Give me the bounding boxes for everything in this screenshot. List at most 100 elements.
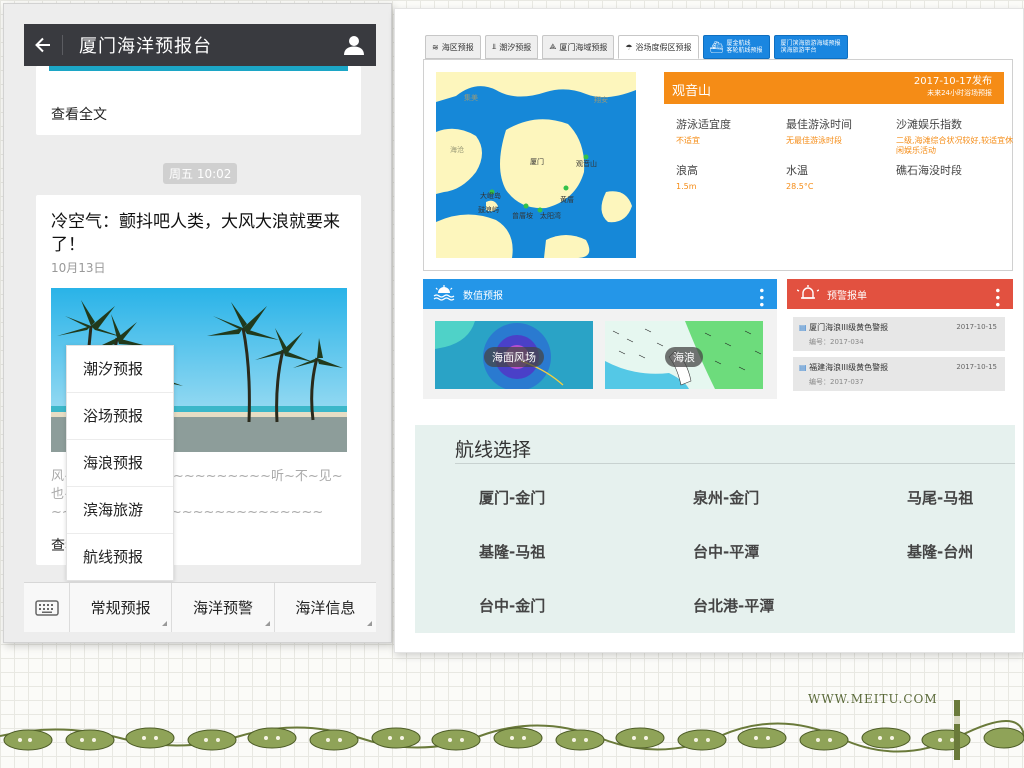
info-label: 礁石海没时段 — [896, 164, 962, 177]
warning-item-title: 厦门海浪III级黄色警报 — [809, 323, 889, 332]
warning-item[interactable]: ▤ 福建海浪III级黄色警报 2017-10-15 编号：2017-037 — [793, 357, 1005, 391]
message-timestamp: 周五 10:02 — [163, 163, 238, 184]
tab-label: 浴场度假区预报 — [635, 42, 692, 52]
warning-title: 预警报单 — [827, 290, 867, 302]
route-taichung-kinmen[interactable]: 台中-金门 — [479, 595, 545, 616]
menu-wave-forecast[interactable]: 海浪预报 — [67, 440, 173, 487]
wave-thumbnail[interactable]: 海浪 — [605, 321, 763, 389]
warning-list: ▤ 厦门海浪III级黄色警报 2017-10-15 编号：2017-034 ▤ … — [787, 309, 1013, 399]
submenu-indicator-icon — [366, 621, 372, 626]
route-taipei-pingtan[interactable]: 台北港-平潭 — [693, 595, 774, 616]
menu-regular-forecast[interactable]: 常规预报 — [70, 583, 173, 632]
account-title: 厦门海洋预报台 — [79, 36, 212, 57]
tab-sea-area[interactable]: ≋ 海区预报 — [425, 35, 481, 59]
numeric-forecast-body: 海面风场 海浪 — [423, 309, 777, 399]
warning-item-number: 编号：2017-034 — [809, 338, 864, 346]
warning-item-date: 2017-10-15 — [956, 363, 997, 371]
info-cell: 水温 28.5°C — [786, 162, 890, 208]
menu-beach-forecast[interactable]: 浴场预报 — [67, 393, 173, 440]
article-title: 冷空气：颤抖吧人类，大风大浪就要来了！ — [51, 212, 340, 255]
info-label: 最佳游泳时间 — [786, 118, 852, 131]
submenu-indicator-icon — [162, 621, 168, 626]
map-label-jimei: 集美 — [464, 93, 478, 102]
wind-field-label: 海面风场 — [484, 347, 544, 367]
info-value: 28.5°C — [786, 182, 814, 191]
info-label: 水温 — [786, 164, 808, 177]
read-full-link[interactable]: 查看全文 — [51, 104, 107, 124]
route-xiamen-kinmen[interactable]: 厦门-金门 — [479, 487, 545, 508]
sun-wave-icon — [433, 284, 455, 304]
info-value: 二级,海滩综合状况较好,较适宜休闲娱乐活动 — [896, 136, 1014, 155]
info-cell: 最佳游泳时间无最佳游泳时段 — [786, 116, 890, 162]
route-mawei-matsu[interactable]: 马尾-马祖 — [907, 487, 973, 508]
publish-date-text: 2017-10-17发布 — [913, 76, 992, 87]
route-selection-title: 航线选择 — [455, 439, 532, 461]
article-date: 10月13日 — [51, 261, 106, 275]
submenu-indicator-icon — [264, 621, 270, 626]
map-label-gulangyu: 鼓浪屿 — [478, 205, 499, 214]
map-label-taiyangwan: 太阳湾 — [540, 211, 561, 220]
back-arrow-icon[interactable] — [24, 24, 62, 66]
numeric-forecast-header: 数值预报 ••• — [423, 279, 777, 309]
wechat-phone-panel: 厦门海洋预报台 查看全文 周五 10:02 冷空气：颤抖吧人类，大风大浪就要来了… — [3, 3, 392, 643]
xiamen-map[interactable]: 观音山 大嶝岛 厦门 海沧 集美 翔安 鼓浪屿 曾厝垵 太阳湾 黄厝 — [436, 72, 636, 258]
tab-tide[interactable]: ⫫ 潮汐预报 — [484, 35, 539, 59]
tab-label-line: 滨海旅游平台 — [780, 47, 817, 54]
numeric-forecast-title: 数值预报 — [463, 290, 503, 302]
menu-coastal-tourism[interactable]: 滨海旅游 — [67, 487, 173, 534]
tab-label: 海区预报 — [441, 42, 474, 52]
more-options-icon[interactable]: ••• — [754, 287, 768, 308]
keyboard-icon[interactable] — [24, 583, 70, 632]
menu-label: 常规预报 — [90, 599, 151, 617]
user-profile-icon[interactable] — [332, 24, 376, 66]
route-keelung-taizhou[interactable]: 基隆-台州 — [907, 541, 973, 562]
forecast-website-panel: ≋ 海区预报 ⫫ 潮汐预报 ⟁ 厦门海域预报 ☂ 浴场度假区预报 ⛴ 厦金航线 客轮航线预报… — [394, 8, 1024, 653]
wave-label: 海浪 — [665, 347, 703, 367]
menu-route-forecast[interactable]: 航线预报 — [67, 534, 173, 581]
map-label-huangcuo: 黄厝 — [560, 195, 574, 204]
beach-umbrella-icon: ☂ — [625, 42, 633, 52]
route-selection-box: 航线选择 厦门-金门 泉州-金门 马尾-马祖 基隆-马祖 台中-平潭 基隆-台州… — [415, 425, 1015, 633]
header-divider — [62, 35, 63, 55]
more-options-icon[interactable]: ••• — [990, 287, 1004, 308]
beach-forecast-box: 观音山 大嶝岛 厦门 海沧 集美 翔安 鼓浪屿 曾厝垵 太阳湾 黄厝 观音山 2… — [423, 59, 1013, 271]
info-value: 无最佳游泳时段 — [786, 136, 842, 145]
route-keelung-matsu[interactable]: 基隆-马祖 — [479, 541, 545, 562]
wind-field-thumbnail[interactable]: 海面风场 — [435, 321, 593, 389]
tab-beach-resort[interactable]: ☂ 浴场度假区预报 — [618, 35, 699, 59]
document-icon: ▤ — [799, 363, 807, 372]
wave-icon: ≋ — [432, 42, 439, 52]
tide-gauge-icon: ⫫ — [491, 42, 497, 51]
info-cell: 礁石海没时段 — [896, 162, 1016, 208]
ship-icon: ⛴ — [709, 40, 724, 54]
tab-xiamen-waters[interactable]: ⟁ 厦门海域预报 — [542, 35, 615, 59]
info-label: 游泳适宜度 — [676, 118, 731, 131]
tab-ferry-route[interactable]: ⛴ 厦金航线 客轮航线预报 — [702, 35, 770, 59]
map-label-xiamen: 厦门 — [530, 157, 544, 166]
publish-date: 2017-10-17发布未来24小时浴场预报 — [914, 76, 992, 99]
route-quanzhou-kinmen[interactable]: 泉州-金门 — [693, 487, 759, 508]
route-taichung-pingtan[interactable]: 台中-平潭 — [693, 541, 759, 562]
numeric-forecast-panel: 数值预报 ••• 海面风场 海浪 — [423, 279, 777, 399]
previous-article-card[interactable]: 查看全文 — [36, 66, 361, 135]
map-label-xiangan: 翔安 — [594, 95, 608, 104]
forecast-period: 未来24小时浴场预报 — [927, 89, 992, 97]
info-value: 1.5m — [676, 182, 697, 191]
info-value: 不适宜 — [676, 136, 700, 145]
warning-item-date: 2017-10-15 — [956, 323, 997, 331]
alarm-bell-icon — [796, 284, 820, 304]
warning-item[interactable]: ▤ 厦门海浪III级黄色警报 2017-10-15 编号：2017-034 — [793, 317, 1005, 351]
tab-label: 厦金航线 客轮航线预报 — [726, 40, 762, 54]
tab-label: 厦门海域预报 — [559, 42, 608, 52]
menu-tide-forecast[interactable]: 潮汐预报 — [67, 346, 173, 393]
info-cell: 浪高 1.5m — [676, 162, 780, 208]
tab-label: 厦门滨海旅游海域预报 滨海旅游平台 — [781, 40, 841, 54]
tab-label: 潮汐预报 — [499, 42, 532, 52]
article-image-edge — [49, 66, 348, 71]
tab-coastal-tourism[interactable]: 厦门滨海旅游海域预报 滨海旅游平台 — [773, 35, 848, 59]
menu-ocean-warning[interactable]: 海洋预警 — [172, 583, 275, 632]
warning-header: 预警报单 ••• — [787, 279, 1013, 309]
beach-info-grid: 游泳适宜度 不适宜 最佳游泳时间 无最佳游泳时段 沙滩娱乐指数 二级,海滩综合状况较好… — [664, 116, 1013, 208]
menu-ocean-info[interactable]: 海洋信息 — [275, 583, 376, 632]
title-divider — [455, 463, 1015, 464]
